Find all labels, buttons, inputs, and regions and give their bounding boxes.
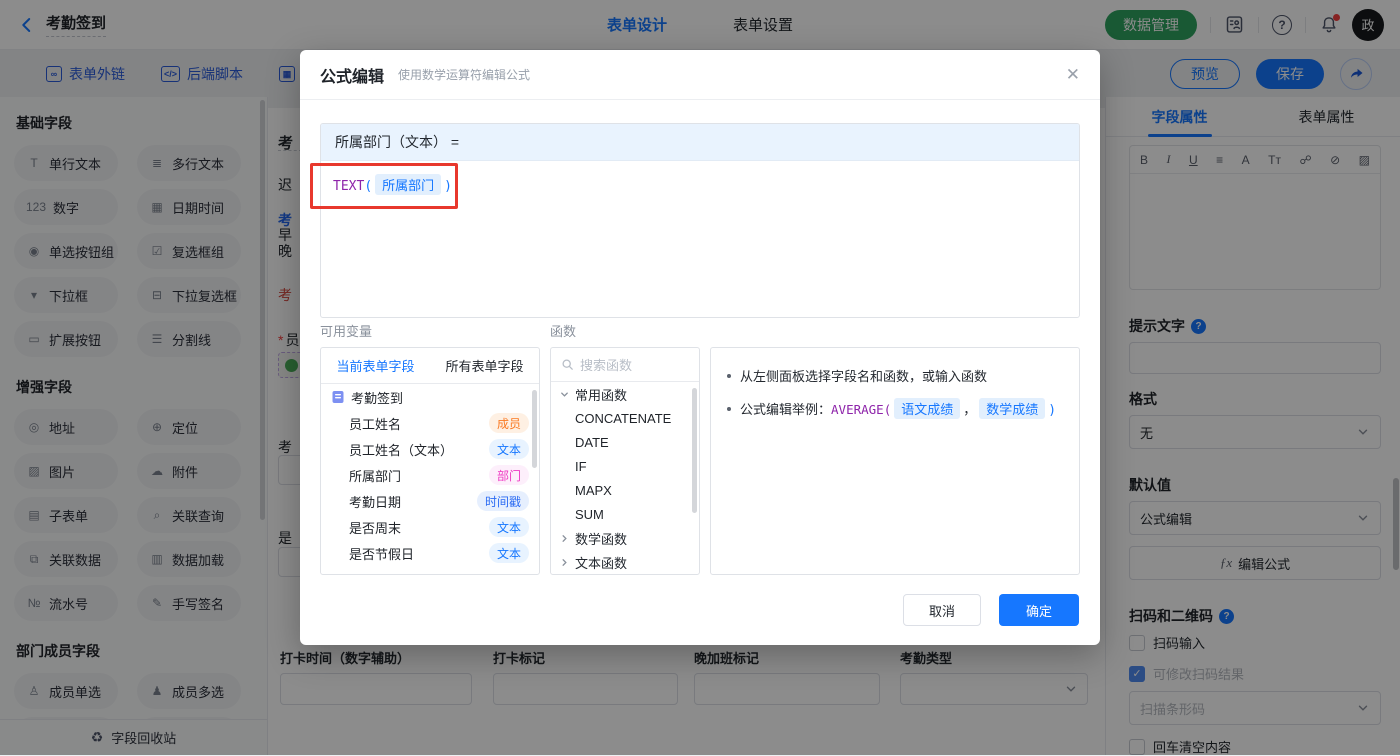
variable-row[interactable]: 员工姓名 成员 bbox=[321, 410, 539, 436]
formula-help-panel: 从左侧面板选择字段名和函数，或输入函数 公式编辑举例：AVERAGE(语文成绩，… bbox=[710, 347, 1080, 575]
function-item[interactable]: DATE bbox=[551, 430, 699, 454]
help-line-1: 从左侧面板选择字段名和函数，或输入函数 bbox=[740, 369, 988, 384]
variable-row[interactable]: 员工姓名（文本） 文本 bbox=[321, 436, 539, 462]
functions-scrollbar[interactable] bbox=[692, 388, 697, 513]
function-group-collapsed[interactable]: 文本函数 bbox=[551, 550, 699, 574]
annotation-red-box bbox=[310, 163, 458, 209]
variable-name: 是否节假日 bbox=[349, 546, 415, 562]
function-item[interactable]: IF bbox=[551, 454, 699, 478]
cancel-button[interactable]: 取消 bbox=[903, 594, 981, 626]
function-group-expanded[interactable]: 常用函数 bbox=[551, 382, 699, 406]
bullet bbox=[727, 406, 731, 411]
variable-name: 考勤日期 bbox=[349, 494, 402, 510]
variable-type-tag: 文本 bbox=[488, 517, 529, 537]
formula-edit-modal: 公式编辑 使用数学运算符编辑公式 ✕ 所属部门（文本） = TEXT(所属部门)… bbox=[300, 50, 1100, 645]
variable-type-tag: 时间戳 bbox=[476, 491, 529, 511]
modal-title: 公式编辑 bbox=[320, 68, 385, 86]
variable-type-tag: 文本 bbox=[488, 439, 529, 459]
help-line-2: 公式编辑举例：AVERAGE(语文成绩，数学成绩) bbox=[740, 398, 1056, 419]
function-item[interactable]: CONCATENATE bbox=[551, 406, 699, 430]
variables-label: 可用变量 bbox=[320, 324, 373, 339]
function-group-name: 常用函数 bbox=[575, 387, 628, 403]
functions-label: 函数 bbox=[550, 324, 577, 339]
search-icon bbox=[562, 359, 573, 370]
search-placeholder: 搜索函数 bbox=[580, 358, 633, 373]
variable-type-tag: 部门 bbox=[488, 465, 529, 485]
function-search[interactable]: 搜索函数 bbox=[551, 348, 699, 382]
form-node-label: 考勤签到 bbox=[351, 390, 404, 406]
chevron-right-icon bbox=[559, 533, 570, 544]
form-node[interactable]: 考勤签到 bbox=[321, 384, 539, 410]
function-group-name: 数学函数 bbox=[575, 531, 628, 547]
variable-name: 是否周末 bbox=[349, 520, 402, 536]
tab-current-form-fields[interactable]: 当前表单字段 bbox=[336, 356, 414, 375]
variable-row[interactable]: 考勤日期 时间戳 bbox=[321, 488, 539, 514]
function-item[interactable]: SUM bbox=[551, 502, 699, 526]
variable-row[interactable]: 所属部门 部门 bbox=[321, 462, 539, 488]
function-item[interactable]: MAPX bbox=[551, 478, 699, 502]
variable-name: 员工姓名 bbox=[349, 416, 402, 432]
variable-name: 所属部门 bbox=[349, 468, 402, 484]
variable-type-tag: 成员 bbox=[488, 413, 529, 433]
variables-panel: 当前表单字段 所有表单字段 考勤签到 员工姓名 成员 员工姓名（文本） 文本 所属部门部… bbox=[320, 347, 540, 575]
tab-all-form-fields[interactable]: 所有表单字段 bbox=[445, 356, 523, 375]
formula-target: 所属部门（文本） = bbox=[321, 124, 1079, 161]
function-group-name: 文本函数 bbox=[575, 555, 628, 571]
variable-name: 员工姓名（文本） bbox=[349, 442, 454, 458]
chevron-down-icon bbox=[559, 389, 570, 400]
functions-panel: 搜索函数 常用函数 CONCATENATE DATE IF MAPX SUM 数学函数文本函… bbox=[550, 347, 700, 575]
bullet bbox=[727, 373, 731, 378]
modal-subtitle: 使用数学运算符编辑公式 bbox=[398, 68, 531, 82]
chevron-right-icon bbox=[559, 557, 570, 568]
confirm-button[interactable]: 确定 bbox=[999, 594, 1079, 626]
variable-type-tag: 文本 bbox=[488, 543, 529, 563]
form-doc-icon bbox=[332, 391, 344, 403]
variables-scrollbar[interactable] bbox=[532, 390, 537, 468]
variable-row[interactable]: 是否节假日 文本 bbox=[321, 540, 539, 566]
formula-editor[interactable]: 所属部门（文本） = TEXT(所属部门) bbox=[320, 123, 1080, 318]
variable-row[interactable]: 是否周末 文本 bbox=[321, 514, 539, 540]
close-icon[interactable]: ✕ bbox=[1066, 65, 1080, 85]
function-group-collapsed[interactable]: 数学函数 bbox=[551, 526, 699, 550]
